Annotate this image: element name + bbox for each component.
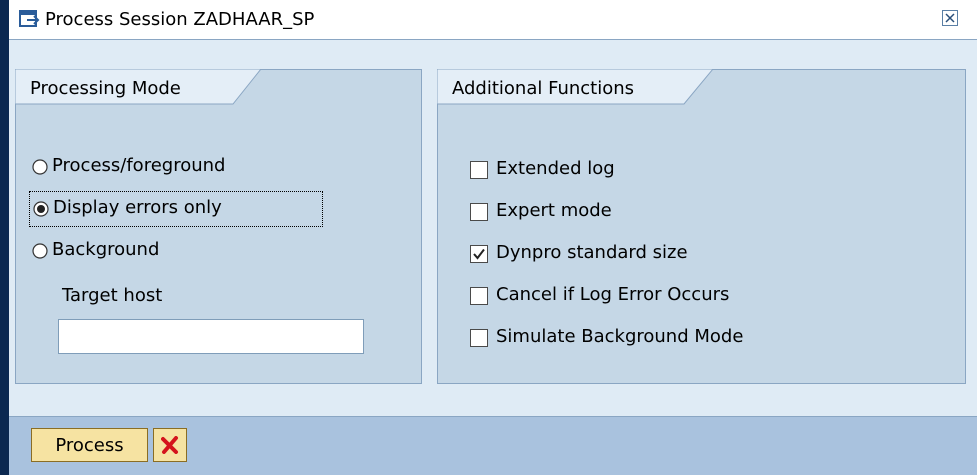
checkbox-simulate-background-mode[interactable]: Simulate Background Mode (470, 325, 870, 353)
checkbox-cancel-if-log-error[interactable]: Cancel if Log Error Occurs (470, 283, 870, 311)
radio-selected-icon (33, 201, 49, 217)
checkbox-unchecked-icon (470, 287, 488, 305)
target-host-label: Target host (62, 285, 163, 306)
checkbox-unchecked-icon (470, 203, 488, 221)
radio-label: Process/foreground (52, 155, 226, 176)
dialog-content: Processing Mode Process/foreground Displ… (9, 40, 977, 416)
checkbox-label: Simulate Background Mode (496, 326, 744, 347)
checkbox-unchecked-icon (470, 161, 488, 179)
checkbox-label: Expert mode (496, 200, 612, 221)
session-window-icon (19, 9, 41, 29)
radio-unselected-icon (32, 243, 48, 259)
checkbox-label: Cancel if Log Error Occurs (496, 284, 730, 305)
checkbox-unchecked-icon (470, 329, 488, 347)
window-frame-left (0, 0, 9, 475)
checkbox-dynpro-standard-size[interactable]: Dynpro standard size (470, 241, 830, 269)
checkmark-icon (470, 245, 488, 263)
title-bar: Process Session ZADHAAR_SP (9, 0, 977, 40)
checkbox-label: Extended log (496, 158, 615, 179)
processing-mode-group: Processing Mode Process/foreground Displ… (15, 69, 422, 384)
additional-functions-group: Additional Functions Extended log Expert… (437, 69, 966, 384)
window-title: Process Session ZADHAAR_SP (45, 9, 315, 30)
checkbox-label: Dynpro standard size (496, 242, 688, 263)
radio-display-errors-only[interactable]: Display errors only (29, 191, 323, 227)
radio-background[interactable]: Background (32, 237, 292, 267)
radio-label: Background (52, 239, 160, 260)
additional-functions-title: Additional Functions (452, 78, 635, 99)
radio-label: Display errors only (53, 197, 222, 218)
button-bar: Process (9, 416, 977, 475)
target-host-input[interactable] (58, 319, 364, 354)
checkbox-extended-log[interactable]: Extended log (470, 157, 830, 185)
process-button[interactable]: Process (31, 428, 148, 462)
radio-unselected-icon (32, 159, 48, 175)
checkbox-expert-mode[interactable]: Expert mode (470, 199, 830, 227)
close-icon[interactable] (942, 10, 958, 26)
processing-mode-title: Processing Mode (30, 78, 181, 99)
radio-process-foreground[interactable]: Process/foreground (32, 153, 292, 183)
red-x-cancel-icon[interactable] (153, 428, 187, 462)
